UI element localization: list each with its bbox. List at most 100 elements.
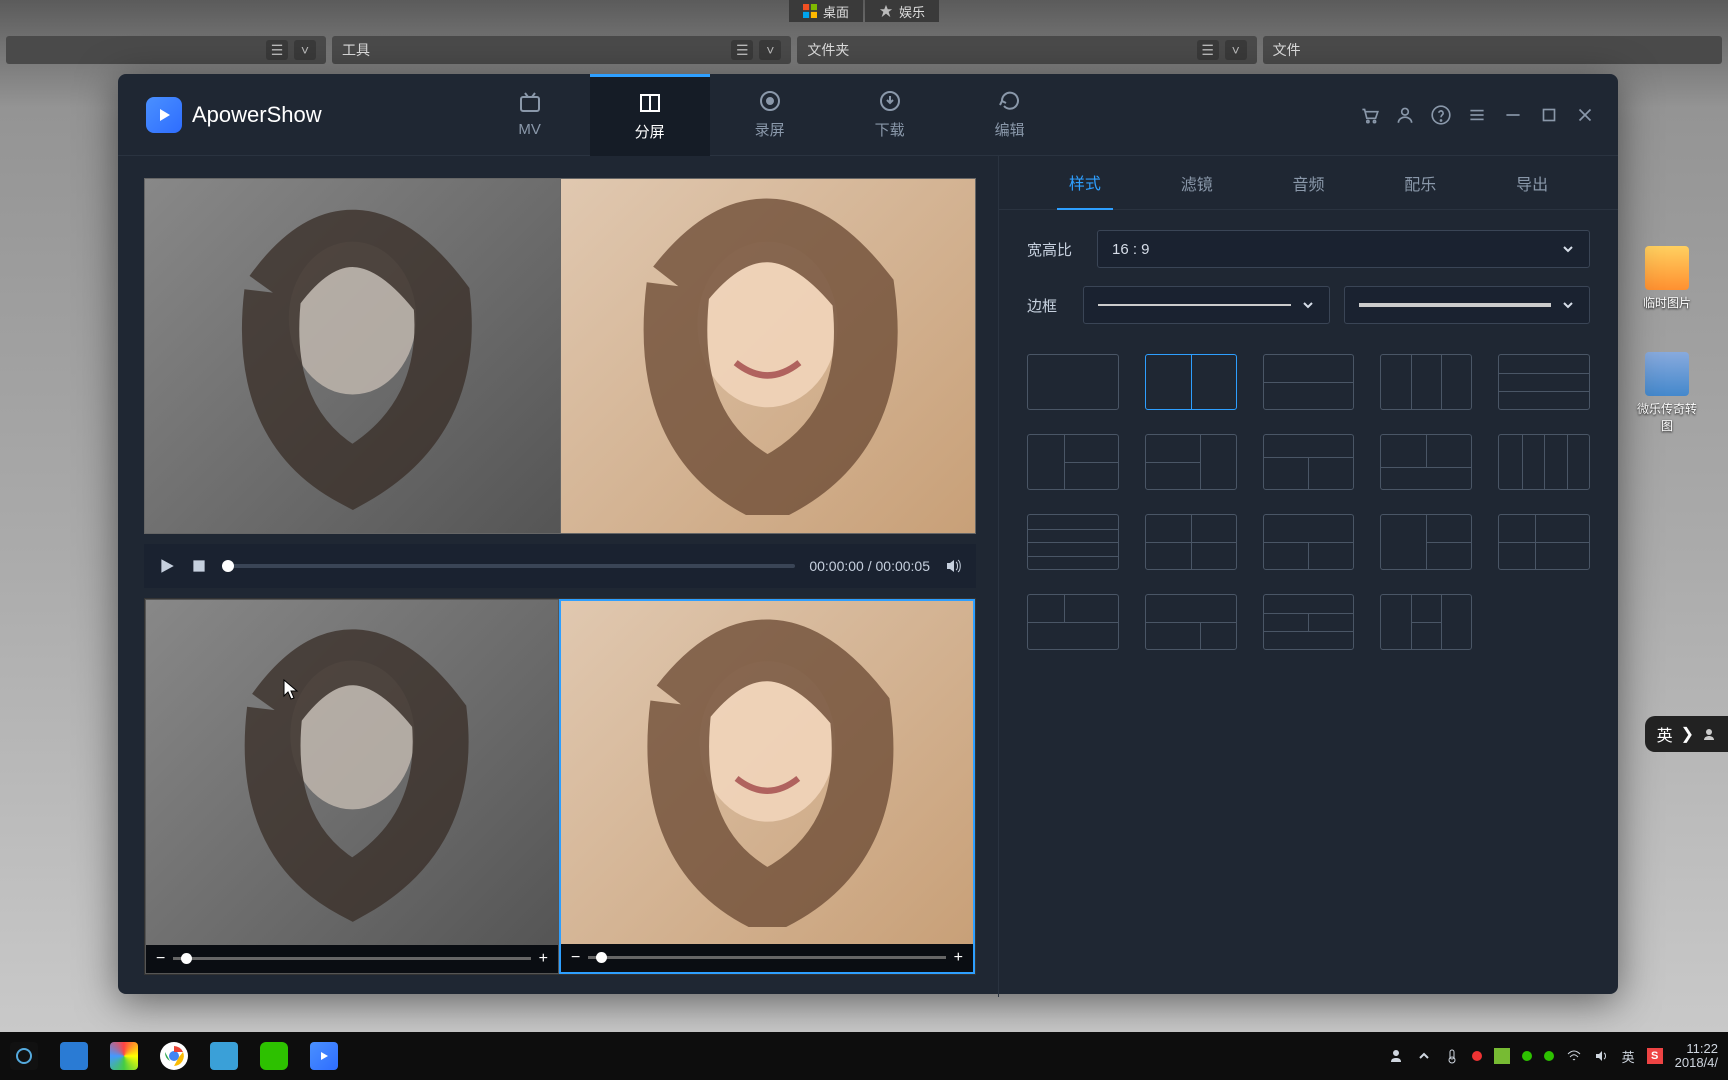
start-button[interactable]	[10, 1042, 38, 1070]
layout-1x2[interactable]	[1145, 354, 1237, 410]
tab-style[interactable]: 样式	[1057, 156, 1113, 210]
border-width-select[interactable]	[1083, 286, 1330, 324]
tray-people-icon[interactable]	[1388, 1048, 1404, 1064]
stop-button[interactable]	[190, 557, 208, 575]
zoom-in-button[interactable]: +	[954, 949, 963, 967]
taskbar-notepad-icon[interactable]	[210, 1042, 238, 1070]
zoom-out-button[interactable]: −	[156, 950, 165, 968]
clip-zoom-bar: − +	[146, 945, 558, 973]
taskbar-chrome-icon[interactable]	[160, 1042, 188, 1070]
tray-chevron-up-icon[interactable]	[1416, 1048, 1432, 1064]
line-sample-thick	[1359, 303, 1552, 307]
user-icon[interactable]	[1394, 104, 1416, 126]
cart-icon[interactable]	[1358, 104, 1380, 126]
layout-l-right[interactable]	[1145, 434, 1237, 490]
strip-dropdown-icon[interactable]: ˅	[1225, 40, 1247, 60]
layout-t-bottom[interactable]	[1380, 434, 1472, 490]
layout-mix-d[interactable]	[1027, 594, 1119, 650]
border-style-select[interactable]	[1344, 286, 1591, 324]
help-icon[interactable]	[1430, 104, 1452, 126]
layout-mix-g[interactable]	[1380, 594, 1472, 650]
strip-folder-label: 文件夹	[807, 40, 849, 60]
tab-audio[interactable]: 音频	[1280, 157, 1336, 209]
layout-3x1[interactable]	[1498, 354, 1590, 410]
system-tab-entertainment[interactable]: 娱乐	[865, 0, 939, 22]
progress-slider[interactable]	[222, 564, 795, 568]
zoom-out-button[interactable]: −	[571, 949, 580, 967]
ime-float-badge[interactable]: 英 ❯	[1645, 716, 1728, 752]
strip-dropdown-icon[interactable]: ˅	[759, 40, 781, 60]
aspect-select[interactable]: 16 : 9	[1097, 230, 1590, 268]
tray-nvidia-icon[interactable]	[1494, 1048, 1510, 1064]
tray-temp-icon[interactable]	[1444, 1048, 1460, 1064]
strip-list-icon[interactable]: ☰	[266, 40, 288, 60]
desktop-icon-temp-images[interactable]: 临时图片	[1634, 246, 1700, 311]
tray-wifi-icon[interactable]	[1566, 1048, 1582, 1064]
layout-1x4[interactable]	[1498, 434, 1590, 490]
maximize-button[interactable]	[1538, 104, 1560, 126]
zoom-slider[interactable]	[588, 956, 945, 959]
tab-music[interactable]: 配乐	[1392, 157, 1448, 209]
nav-mv[interactable]: MV	[470, 74, 590, 156]
preview-pane-left[interactable]	[145, 179, 560, 533]
tab-export[interactable]: 导出	[1504, 157, 1560, 209]
main-nav: MV 分屏 录屏 下载 编辑	[470, 74, 1070, 156]
minimize-button[interactable]	[1502, 104, 1524, 126]
layout-mix-c[interactable]	[1498, 514, 1590, 570]
taskbar-photos-icon[interactable]	[110, 1042, 138, 1070]
preview-pane-right[interactable]	[560, 179, 976, 533]
layout-t-top[interactable]	[1263, 434, 1355, 490]
strip-list-icon[interactable]: ☰	[1197, 40, 1219, 60]
strip-dropdown-icon[interactable]: ˅	[294, 40, 316, 60]
tray-red-dot-icon[interactable]	[1472, 1051, 1482, 1061]
tray-green-dot-icon[interactable]	[1544, 1051, 1554, 1061]
layout-mix-b[interactable]	[1380, 514, 1472, 570]
preview-canvas[interactable]	[144, 178, 976, 534]
layout-4x1[interactable]	[1027, 514, 1119, 570]
strip-folder[interactable]: 文件夹 ☰ ˅	[797, 36, 1256, 64]
tray-sogou-icon[interactable]: S	[1647, 1048, 1663, 1064]
strip-left[interactable]: ☰ ˅	[6, 36, 326, 64]
clip-2[interactable]: − +	[559, 599, 975, 974]
strip-tools-label: 工具	[342, 40, 370, 60]
strip-list-icon[interactable]: ☰	[731, 40, 753, 60]
strip-file-label: 文件	[1273, 40, 1301, 60]
layout-mix-e[interactable]	[1145, 594, 1237, 650]
nav-download[interactable]: 下载	[830, 74, 950, 156]
clip-1[interactable]: − +	[145, 599, 559, 974]
tray-green-dot-icon[interactable]	[1522, 1051, 1532, 1061]
layout-1x3[interactable]	[1380, 354, 1472, 410]
menu-icon[interactable]	[1466, 104, 1488, 126]
taskbar-wechat-icon[interactable]	[260, 1042, 288, 1070]
clip-zoom-bar: − +	[561, 944, 973, 972]
layout-1x1[interactable]	[1027, 354, 1119, 410]
tray-clock[interactable]: 11:22 2018/4/	[1675, 1042, 1718, 1071]
layout-2x2[interactable]	[1145, 514, 1237, 570]
system-tab-entertainment-label: 娱乐	[899, 2, 925, 21]
tray-volume-icon[interactable]	[1594, 1048, 1610, 1064]
taskbar-apowershow-icon[interactable]	[310, 1042, 338, 1070]
layout-grid	[999, 344, 1618, 660]
tab-filter[interactable]: 滤镜	[1169, 157, 1225, 209]
zoom-in-button[interactable]: +	[539, 950, 548, 968]
play-button[interactable]	[158, 557, 176, 575]
layout-2x1[interactable]	[1263, 354, 1355, 410]
taskbar-explorer-icon[interactable]	[60, 1042, 88, 1070]
app-logo[interactable]: ApowerShow	[118, 97, 350, 133]
nav-edit[interactable]: 编辑	[950, 74, 1070, 156]
volume-icon[interactable]	[944, 557, 962, 575]
media-thumb	[561, 601, 973, 944]
layout-mix-f[interactable]	[1263, 594, 1355, 650]
nav-mv-label: MV	[518, 121, 541, 138]
zoom-slider[interactable]	[173, 957, 530, 960]
close-button[interactable]	[1574, 104, 1596, 126]
desktop-icon-promo[interactable]: 微乐传奇转图	[1634, 352, 1700, 434]
layout-l-left[interactable]	[1027, 434, 1119, 490]
nav-record[interactable]: 录屏	[710, 74, 830, 156]
strip-file[interactable]: 文件	[1263, 36, 1722, 64]
tray-ime-label[interactable]: 英	[1622, 1047, 1635, 1066]
layout-mix-a[interactable]	[1263, 514, 1355, 570]
nav-split[interactable]: 分屏	[590, 74, 710, 156]
system-tab-desktop[interactable]: 桌面	[789, 0, 863, 22]
strip-tools[interactable]: 工具 ☰ ˅	[332, 36, 791, 64]
